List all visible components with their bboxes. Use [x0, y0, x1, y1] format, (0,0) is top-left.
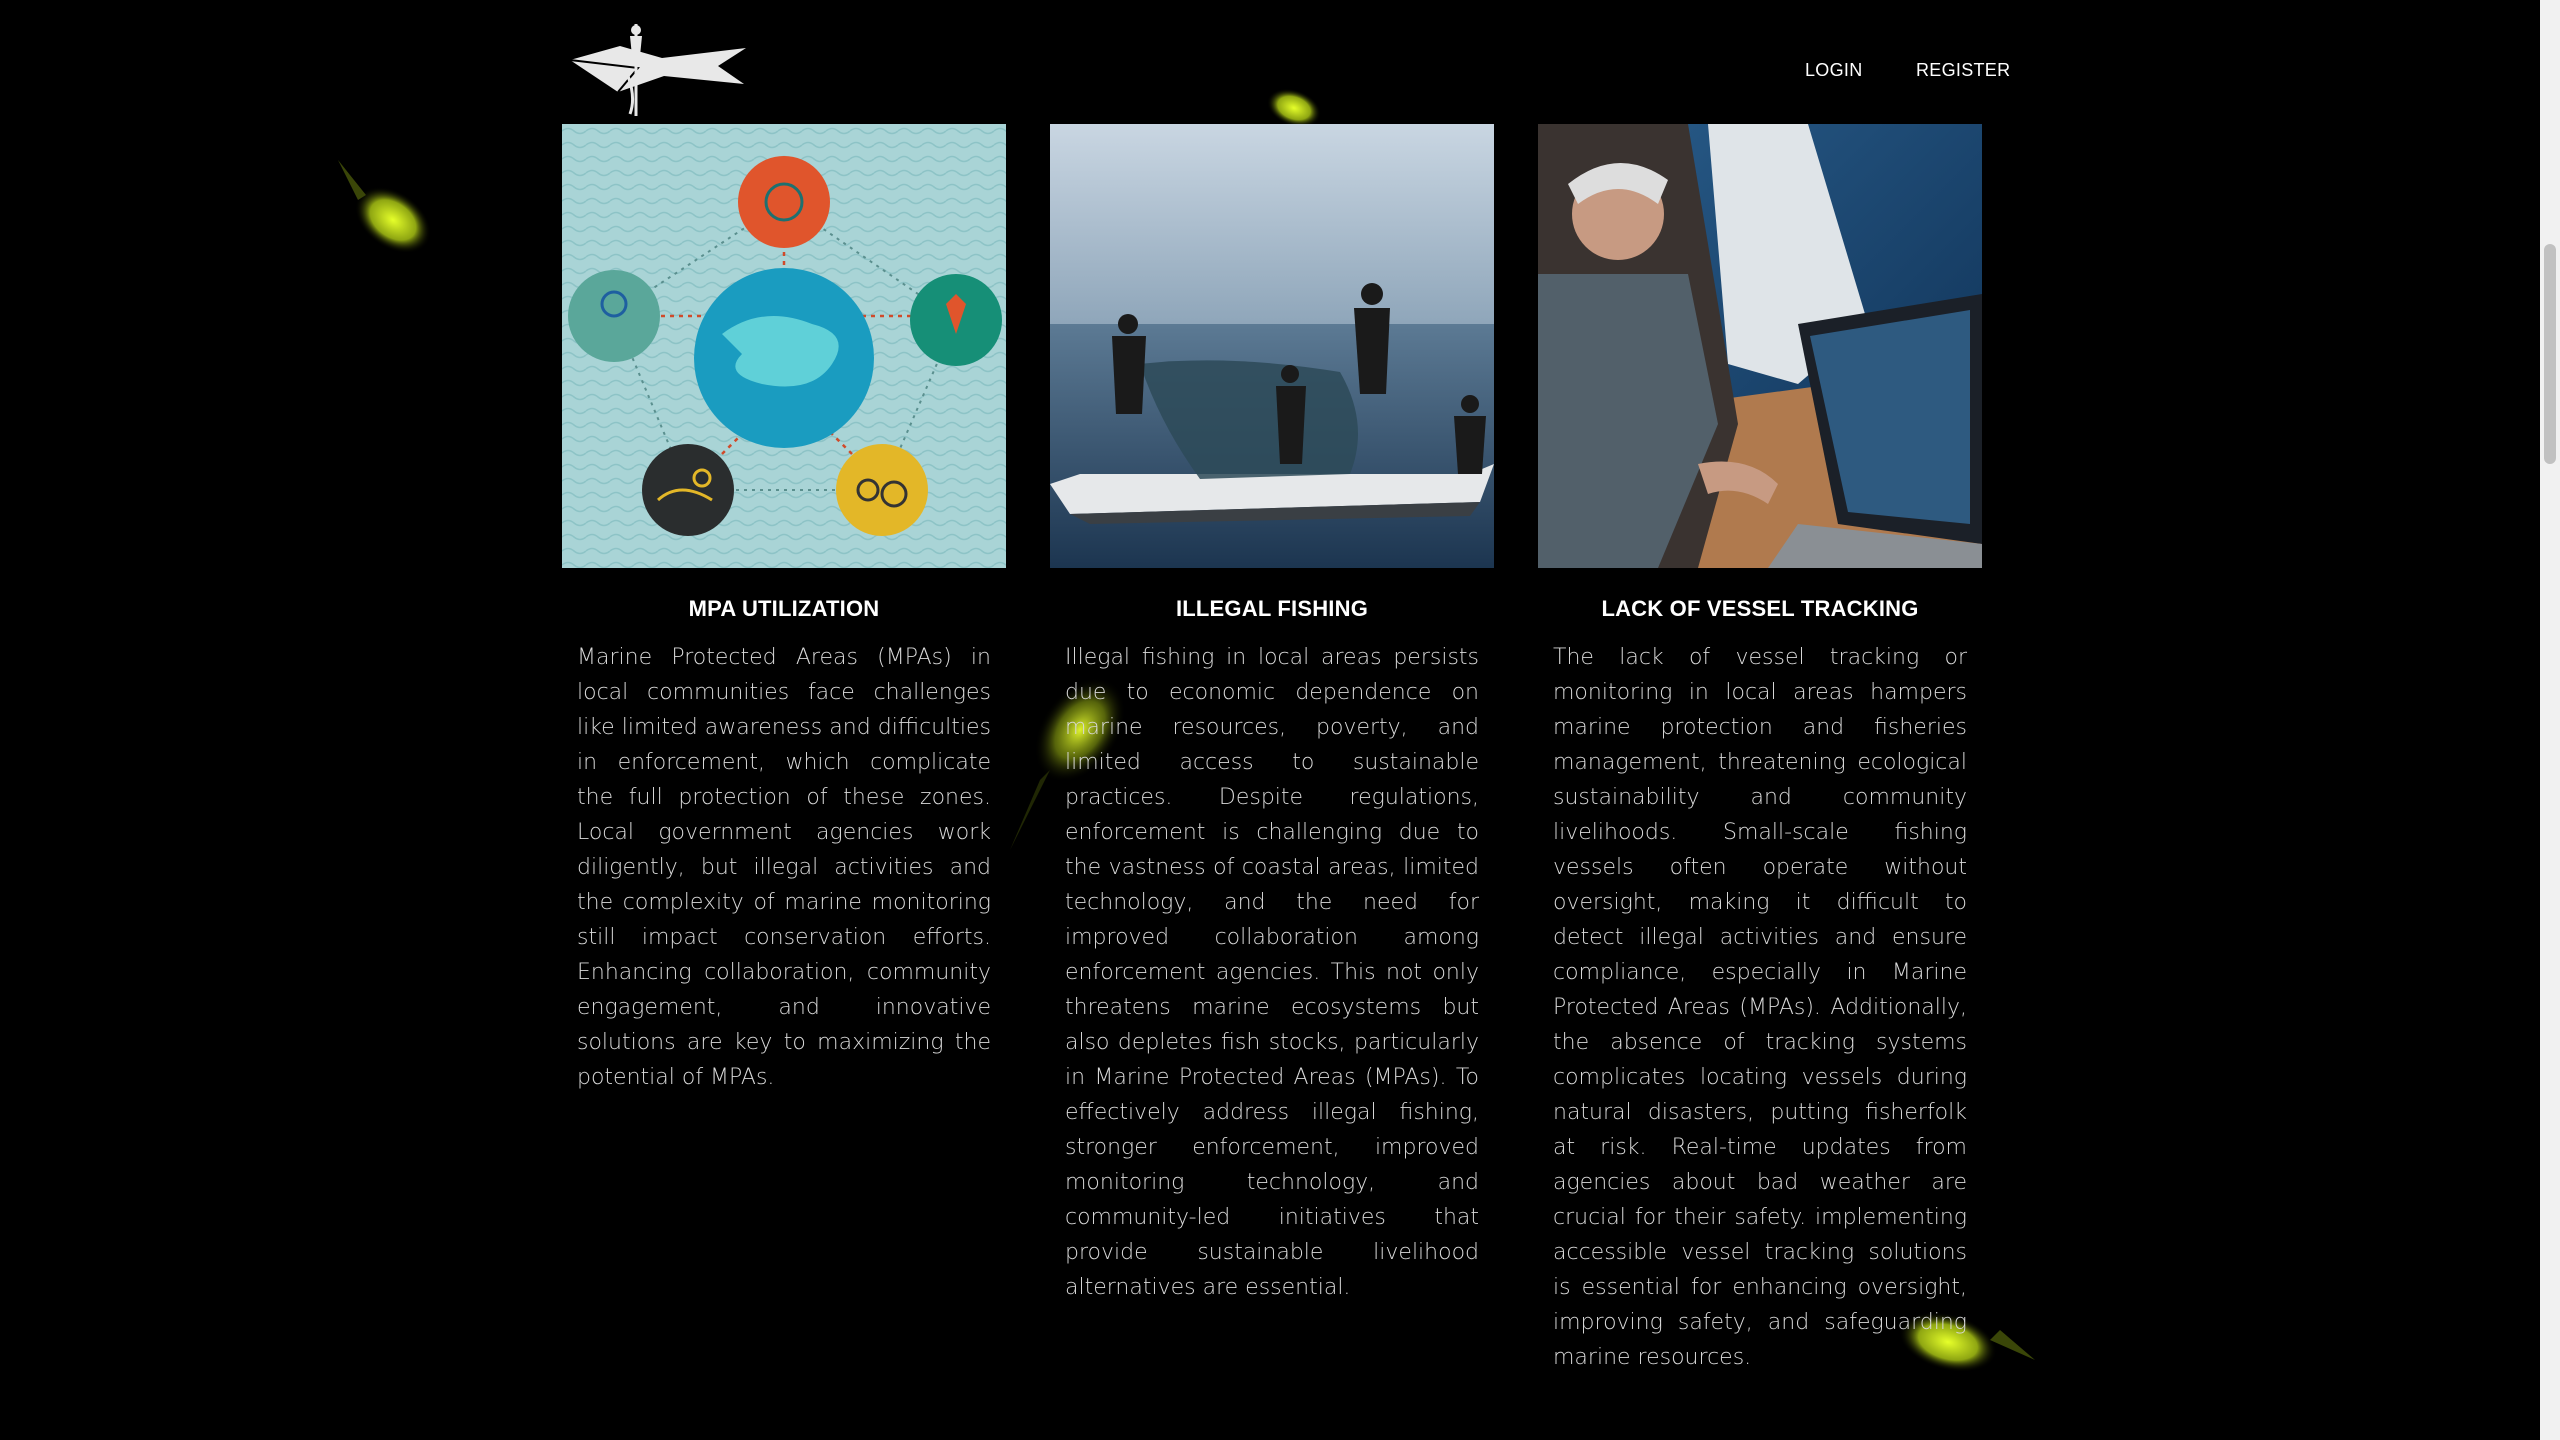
card-title: ILLEGAL FISHING	[1175, 596, 1369, 621]
site-logo[interactable]	[568, 18, 752, 118]
card-illegal-fishing: ILLEGAL FISHING Illegal fishing in local…	[1050, 124, 1494, 1305]
glowing-fish-icon	[338, 160, 431, 254]
vessel-tracking-image	[1538, 124, 1982, 568]
card-body: Illegal fishing in local areas persists …	[1065, 645, 1479, 1300]
scrollbar-thumb[interactable]	[2544, 244, 2556, 464]
card-body: Marine Protected Areas (MPAs) in local c…	[577, 645, 991, 1090]
login-link[interactable]: LOGIN	[1805, 60, 1863, 81]
illegal-fishing-image	[1050, 124, 1494, 568]
vessel-laptop-photo	[1538, 124, 1982, 568]
fishermen-net-photo	[1050, 124, 1494, 568]
mpa-infographic-image	[562, 124, 1006, 568]
card-title: MPA UTILIZATION	[688, 596, 880, 621]
card-title: LACK OF VESSEL TRACKING	[1601, 596, 1919, 621]
card-mpa-utilization: MPA UTILIZATION Marine Protected Areas (…	[562, 124, 1006, 1095]
card-lack-of-vessel-tracking: LACK OF VESSEL TRACKING The lack of vess…	[1538, 124, 1982, 1375]
page-scrollbar[interactable]	[2540, 0, 2560, 1440]
mpa-infographic-icon	[562, 124, 1006, 568]
card-body: The lack of vessel tracking or monitorin…	[1553, 645, 1967, 1370]
register-link[interactable]: REGISTER	[1916, 60, 2010, 81]
fisherman-boat-logo-icon	[569, 24, 746, 116]
